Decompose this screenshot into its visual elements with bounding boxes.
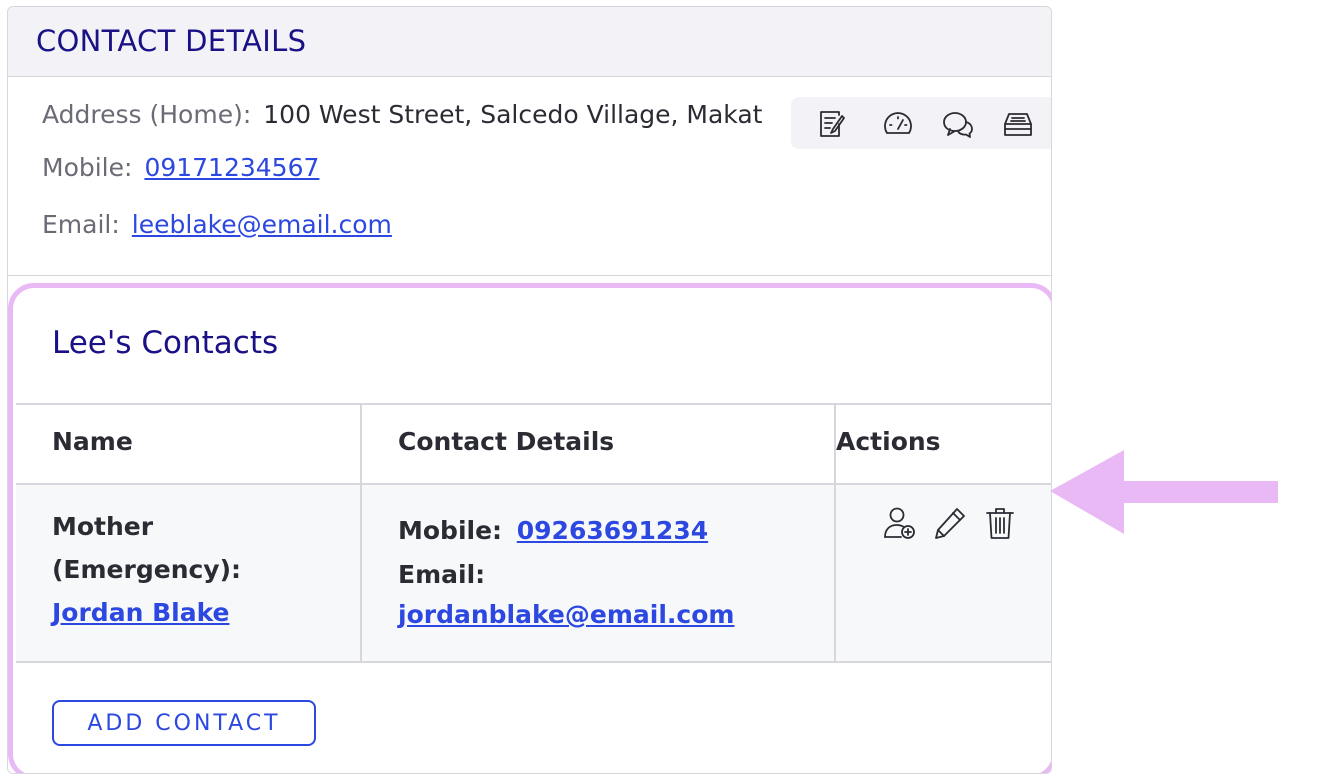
- address-value: 100 West Street, Salcedo Village, Makat: [263, 100, 763, 129]
- contact-email-link[interactable]: jordanblake@email.com: [398, 600, 734, 629]
- contacts-panel: Lee's Contacts Name Contact Details Acti…: [8, 283, 1051, 773]
- column-header-name: Name: [16, 403, 362, 485]
- address-label: Address (Home):: [42, 100, 252, 129]
- card-title: CONTACT DETAILS: [36, 24, 307, 58]
- card-header: CONTACT DETAILS: [8, 7, 1051, 77]
- pencil-icon[interactable]: [932, 505, 968, 541]
- floating-toolbar: [791, 97, 1051, 149]
- email-label: Email:: [42, 210, 120, 239]
- contact-email-label: Email:: [398, 560, 486, 589]
- mobile-row: Mobile: 09171234567: [42, 153, 319, 182]
- contact-details-card: CONTACT DETAILS Address (Home): 100 West …: [7, 6, 1052, 774]
- speedometer-icon[interactable]: [881, 107, 915, 141]
- add-user-icon[interactable]: [882, 505, 918, 541]
- relation-text: Mother: [52, 512, 154, 541]
- contact-name-cell: Mother (Emergency): Jordan Blake: [16, 483, 362, 663]
- contact-details-cell: Mobile: 09263691234 Email: jordanblake@e…: [361, 483, 836, 663]
- contact-mobile-link[interactable]: 09263691234: [517, 516, 708, 545]
- add-contact-button[interactable]: ADD CONTACT: [52, 700, 316, 746]
- contacts-title: Lee's Contacts: [52, 325, 279, 361]
- trash-icon[interactable]: [982, 505, 1018, 541]
- table-header-row: Name Contact Details Actions: [16, 403, 1051, 485]
- row-actions: [882, 505, 1051, 545]
- email-row: Email: leeblake@email.com: [42, 210, 392, 239]
- contact-mobile-label: Mobile:: [398, 516, 503, 545]
- mobile-link[interactable]: 09171234567: [144, 153, 319, 182]
- contact-name-link[interactable]: Jordan Blake: [52, 598, 229, 627]
- contact-actions-cell: [835, 483, 1051, 663]
- relation-qualifier: (Emergency):: [52, 555, 242, 584]
- mobile-label: Mobile:: [42, 153, 133, 182]
- chat-bubbles-icon[interactable]: [941, 107, 975, 141]
- column-header-actions: Actions: [835, 403, 1051, 485]
- edit-note-icon[interactable]: [815, 107, 849, 141]
- address-row: Address (Home): 100 West Street, Salcedo …: [42, 100, 762, 129]
- section-divider: [8, 275, 1051, 276]
- highlight-arrow-icon: [1050, 450, 1280, 536]
- table-row: Mother (Emergency): Jordan Blake Mobile:…: [16, 483, 1051, 663]
- email-link[interactable]: leeblake@email.com: [132, 210, 392, 239]
- archive-drawer-icon[interactable]: [1001, 107, 1035, 141]
- column-header-contact-details: Contact Details: [361, 403, 836, 485]
- contacts-table: Name Contact Details Actions Mother (Eme…: [16, 403, 1051, 663]
